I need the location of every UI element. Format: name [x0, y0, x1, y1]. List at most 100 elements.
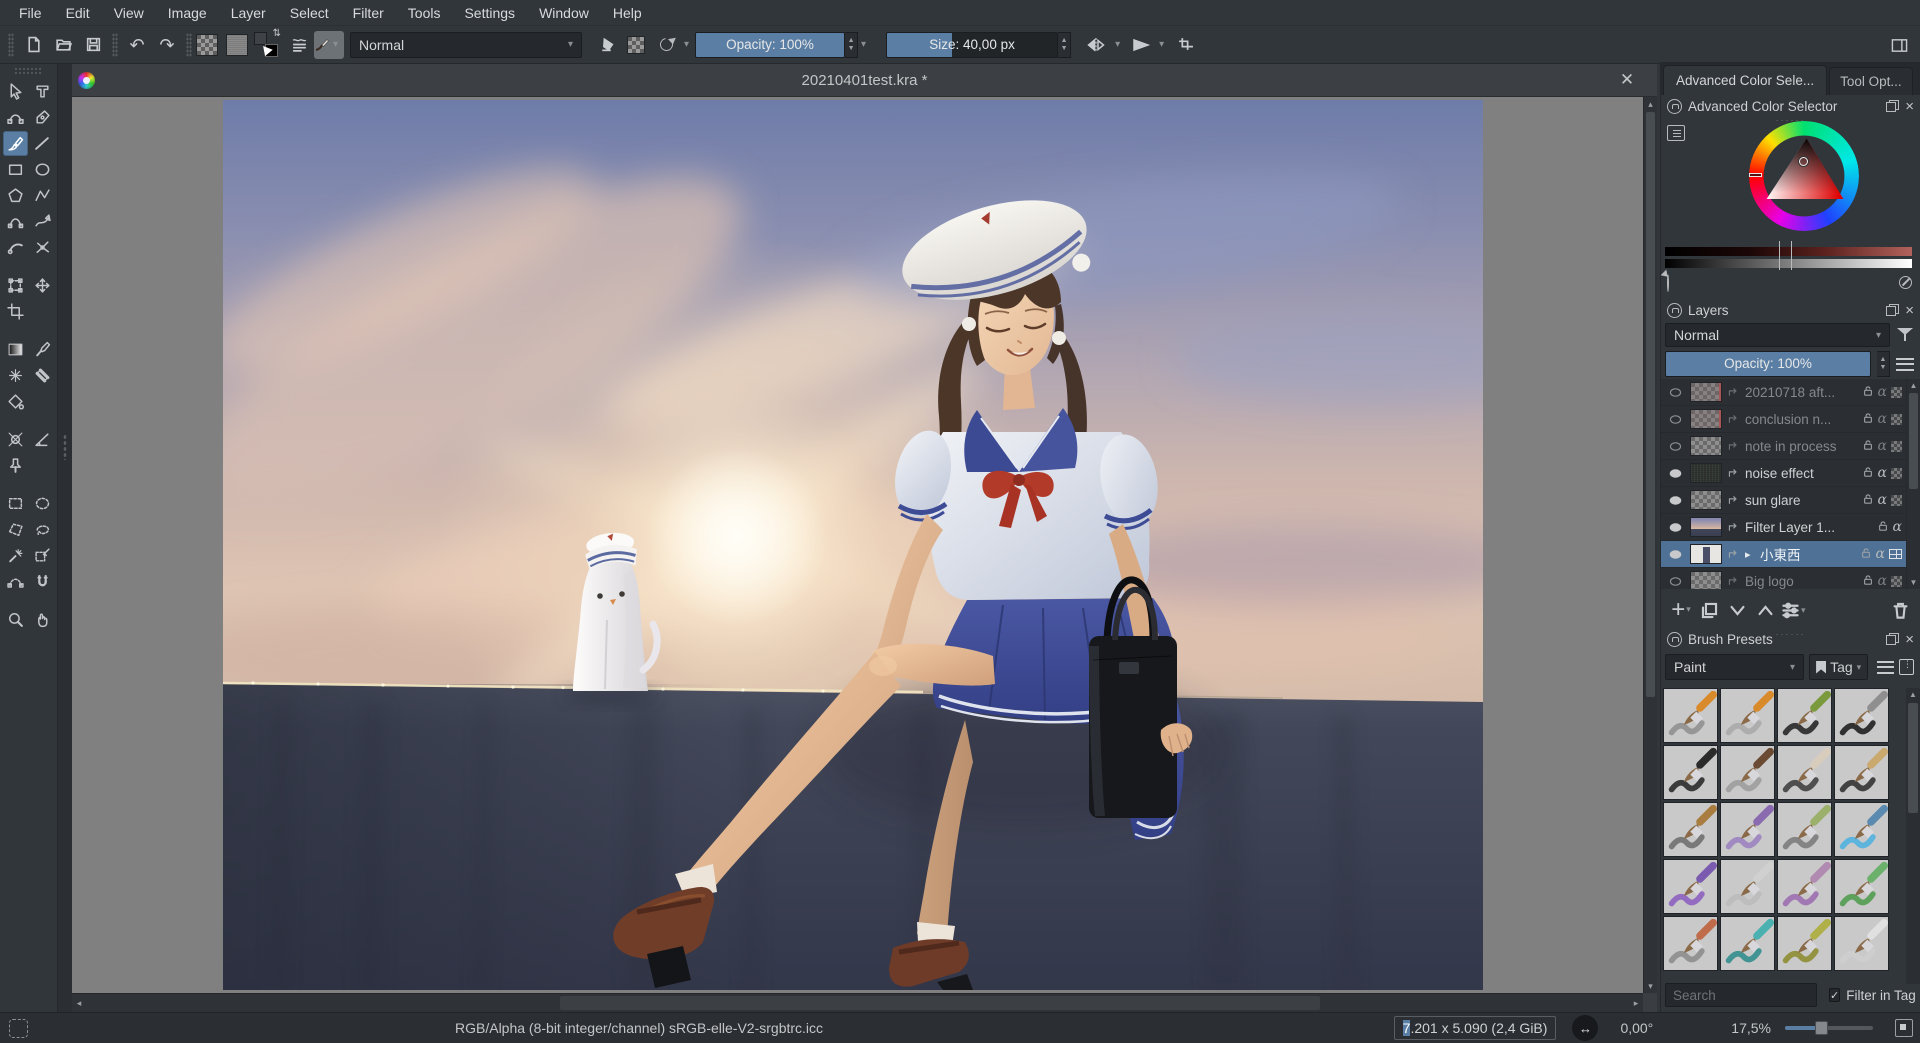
mirror-vertical-button[interactable]: [1127, 31, 1155, 59]
tool-polysel[interactable]: [3, 517, 28, 542]
brush-preset-10[interactable]: [1720, 802, 1775, 857]
menu-help[interactable]: Help: [602, 2, 653, 24]
layer-inherit-alpha-icon[interactable]: [1727, 440, 1740, 453]
layer-status-icons[interactable]: α: [1862, 465, 1902, 481]
menu-view[interactable]: View: [103, 2, 155, 24]
brush-preset-16[interactable]: [1834, 859, 1889, 914]
workspace-chooser-button[interactable]: [1885, 31, 1913, 59]
delete-layer-button[interactable]: [1888, 597, 1912, 623]
brush-preset-8[interactable]: [1834, 745, 1889, 800]
lock-icon[interactable]: [1862, 465, 1874, 481]
chevron-down-icon[interactable]: ▾: [861, 39, 866, 50]
tool-magneticsel[interactable]: [30, 569, 55, 594]
tool-similarsel[interactable]: [30, 543, 55, 568]
layer-status-icons[interactable]: α: [1877, 519, 1902, 535]
duplicate-layer-button[interactable]: [1697, 597, 1721, 623]
tool-calligraphy[interactable]: [30, 105, 55, 130]
tool-polygon[interactable]: [3, 183, 28, 208]
save-button[interactable]: [79, 31, 107, 59]
layer-row[interactable]: ▸ sun glare α: [1661, 487, 1920, 514]
inherit-alpha-icon[interactable]: [1891, 441, 1902, 452]
layer-status-icons[interactable]: α: [1862, 573, 1902, 589]
close-docker-icon[interactable]: ×: [1905, 632, 1914, 647]
zoom-slider[interactable]: [1785, 1026, 1873, 1030]
tag-button[interactable]: Tag ▾: [1809, 654, 1868, 680]
brush-preset-19[interactable]: [1777, 916, 1832, 971]
undo-button[interactable]: ↶: [123, 31, 151, 59]
lock-icon[interactable]: [1862, 438, 1874, 454]
layer-row[interactable]: ▸ 小東西 α: [1661, 541, 1920, 568]
layer-visibility-toggle[interactable]: [1665, 411, 1685, 427]
layer-opacity-spinner[interactable]: ▲▼: [1877, 351, 1890, 377]
tool-wandsel[interactable]: [3, 543, 28, 568]
alpha-lock-icon[interactable]: α: [1878, 412, 1887, 426]
alpha-lock-icon[interactable]: α: [1878, 439, 1887, 453]
mirror-horizontal-button[interactable]: [1083, 31, 1111, 59]
brush-preset-4[interactable]: [1834, 688, 1889, 743]
layer-row[interactable]: ▸ Filter Layer 1... α: [1661, 514, 1920, 541]
lightness-strip[interactable]: [1665, 247, 1912, 256]
zoom-percentage[interactable]: 17,5%: [1731, 1020, 1771, 1036]
brush-preset-12[interactable]: [1834, 802, 1889, 857]
scroll-left-icon[interactable]: ◂: [72, 994, 86, 1012]
opacity-slider[interactable]: Opacity: 100%: [695, 32, 845, 58]
canvas-viewport[interactable]: [72, 97, 1643, 993]
tab-tool-options[interactable]: Tool Opt...: [1829, 67, 1913, 95]
close-document-icon[interactable]: ✕: [1617, 70, 1637, 90]
layer-status-icons[interactable]: α: [1862, 411, 1902, 427]
alpha-lock-icon[interactable]: α: [1878, 466, 1887, 480]
tool-gradient[interactable]: [3, 337, 28, 362]
layer-status-icons[interactable]: α: [1862, 492, 1902, 508]
menu-file[interactable]: File: [8, 2, 53, 24]
selection-status-icon[interactable]: [9, 1019, 28, 1038]
redo-button[interactable]: ↷: [153, 31, 181, 59]
layer-status-icons[interactable]: α: [1862, 384, 1902, 400]
brush-preset-11[interactable]: [1777, 802, 1832, 857]
float-docker-icon[interactable]: [1886, 633, 1899, 645]
layer-inherit-alpha-icon[interactable]: [1727, 386, 1740, 399]
dock-splitter[interactable]: [58, 64, 72, 1012]
tool-reference[interactable]: [3, 453, 28, 478]
alpha-lock-icon[interactable]: α: [1893, 520, 1902, 534]
layer-thumbnail[interactable]: [1690, 517, 1722, 537]
brush-preset-17[interactable]: [1663, 916, 1718, 971]
layer-thumbnail[interactable]: [1690, 490, 1722, 510]
scroll-up-icon[interactable]: ▴: [1644, 97, 1657, 111]
tool-fill[interactable]: [3, 389, 28, 414]
tool-zoomtool[interactable]: [3, 607, 28, 632]
tool-shade[interactable]: [3, 363, 28, 388]
pattern-chooser[interactable]: [226, 34, 248, 56]
brush-preset-3[interactable]: [1777, 688, 1832, 743]
toolbar-grip[interactable]: [8, 33, 14, 57]
scrollbar-thumb[interactable]: [1908, 703, 1918, 813]
zoom-slider-handle[interactable]: [1815, 1021, 1828, 1035]
toolbar-grip[interactable]: [112, 33, 118, 57]
move-layer-down-button[interactable]: [1725, 597, 1749, 623]
tool-nodeedit[interactable]: [3, 105, 28, 130]
menu-settings[interactable]: Settings: [453, 2, 526, 24]
layer-row[interactable]: ▸ Big logo α: [1661, 568, 1920, 589]
v-scrollbar-thumb[interactable]: [1646, 112, 1655, 697]
alpha-lock-icon[interactable]: α: [1878, 574, 1887, 588]
tool-polyline[interactable]: [30, 183, 55, 208]
layer-thumbnail[interactable]: [1690, 571, 1722, 589]
close-docker-icon[interactable]: ×: [1905, 303, 1914, 318]
alpha-lock-icon[interactable]: α: [1878, 493, 1887, 507]
brush-preset-14[interactable]: [1720, 859, 1775, 914]
alpha-lock-icon[interactable]: α: [1878, 385, 1887, 399]
swap-colors-icon[interactable]: ⇅: [273, 28, 281, 39]
tool-patch[interactable]: [30, 363, 55, 388]
tool-crop[interactable]: [3, 299, 28, 324]
tool-multibrush[interactable]: [30, 235, 55, 260]
gradient-chooser[interactable]: [196, 34, 218, 56]
tool-ellipse[interactable]: [30, 157, 55, 182]
layer-group-expand-icon[interactable]: ▸: [1745, 548, 1755, 561]
alpha-lock-icon[interactable]: α: [1876, 547, 1885, 561]
brush-preset-18[interactable]: [1720, 916, 1775, 971]
scroll-up-icon[interactable]: ▲: [1907, 379, 1920, 392]
chevron-down-icon[interactable]: ▾: [1115, 39, 1120, 50]
foreground-background-colors[interactable]: ⇅: [253, 32, 279, 58]
brush-preset-20[interactable]: [1834, 916, 1889, 971]
layer-status-icons[interactable]: α: [1862, 438, 1902, 454]
layer-blend-mode-dropdown[interactable]: Normal▾: [1665, 323, 1890, 347]
